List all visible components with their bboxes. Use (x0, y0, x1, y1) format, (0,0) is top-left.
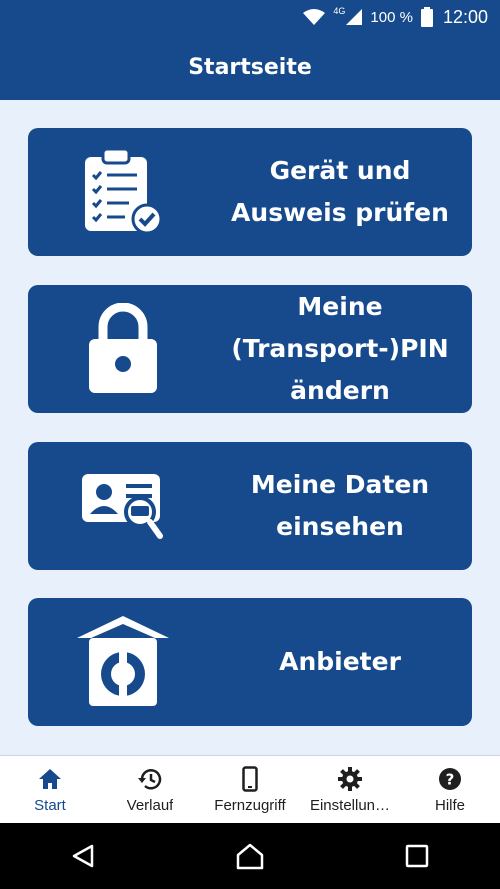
help-icon: ? (438, 765, 462, 793)
lock-icon (28, 285, 218, 413)
battery-percent: 100 % (370, 8, 413, 26)
change-pin-button[interactable]: Meine (Transport-)PIN ändern (28, 285, 472, 413)
back-triangle-icon (73, 844, 94, 868)
nav-item-start[interactable]: Start (0, 756, 100, 823)
nav-label: Hilfe (434, 797, 465, 814)
status-bar: 4G 100 % 12:00 (0, 0, 500, 34)
checklist-icon (28, 128, 218, 256)
provider-house-icon (28, 598, 218, 726)
home-icon (38, 765, 62, 793)
page-title: Startseite (188, 54, 312, 80)
nav-item-einstellungen[interactable]: Einstellun… (300, 756, 400, 823)
recents-square-icon (405, 844, 428, 868)
recents-button[interactable] (387, 826, 447, 886)
nav-item-fernzugriff[interactable]: Fernzugriff (200, 756, 300, 823)
id-card-search-icon (28, 442, 218, 570)
card-label: Gerät und Ausweis prüfen (231, 156, 449, 227)
nav-label: Start (34, 797, 66, 814)
card-label: Meine (Transport-)PIN ändern (231, 292, 449, 405)
provider-button[interactable]: Anbieter (28, 598, 472, 726)
app-bar: Startseite (0, 34, 500, 100)
back-button[interactable] (53, 826, 113, 886)
view-my-data-button[interactable]: Meine Daten einsehen (28, 442, 472, 570)
nav-label: Fernzugriff (214, 797, 286, 814)
gear-icon (338, 765, 362, 793)
clock: 12:00 (442, 6, 488, 27)
bottom-navigation: Start Verlauf Fernzugriff Einstellun… ? … (0, 755, 500, 823)
system-navigation-bar (0, 823, 500, 889)
card-label: Meine Daten einsehen (250, 470, 430, 541)
check-device-id-button[interactable]: Gerät und Ausweis prüfen (28, 128, 472, 256)
phone-icon (242, 765, 258, 793)
home-outline-icon (236, 843, 264, 870)
card-label: Anbieter (279, 647, 401, 676)
nav-label: Verlauf (126, 797, 174, 814)
cellular-signal-icon: 4G (333, 6, 363, 25)
battery-icon (420, 7, 433, 27)
home-button[interactable] (220, 826, 280, 886)
nav-item-verlauf[interactable]: Verlauf (100, 756, 200, 823)
nav-label: Einstellun… (309, 797, 391, 814)
svg-text:?: ? (446, 771, 455, 789)
nav-item-hilfe[interactable]: ? Hilfe (400, 756, 500, 823)
wifi-icon (303, 9, 326, 25)
network-type: 4G (333, 6, 346, 16)
history-icon (137, 765, 163, 793)
main-content: Gerät und Ausweis prüfen Meine (Transpor… (0, 100, 500, 755)
